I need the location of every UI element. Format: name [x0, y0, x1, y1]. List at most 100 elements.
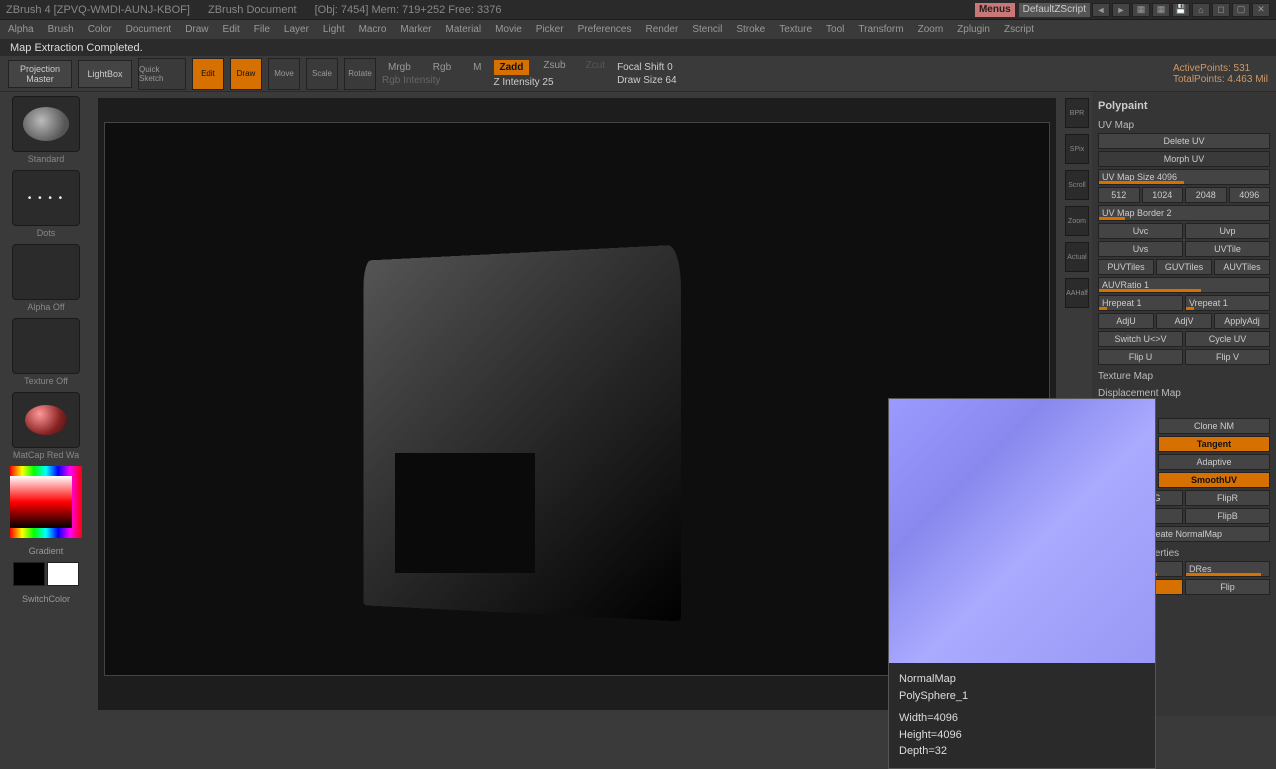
menu-document[interactable]: Document [126, 24, 172, 35]
clone-nm-button[interactable]: Clone NM [1158, 418, 1270, 434]
texmap-header[interactable]: Texture Map [1098, 367, 1270, 384]
auvratio-slider[interactable]: AUVRatio 1 [1098, 277, 1270, 293]
menu-edit[interactable]: Edit [223, 24, 240, 35]
menu-material[interactable]: Material [446, 24, 482, 35]
mrgb-button[interactable]: Mrgb [382, 62, 417, 73]
flipr-button[interactable]: FlipR [1185, 490, 1270, 506]
z-intensity-slider[interactable]: Z Intensity 25 [494, 77, 612, 88]
close-icon[interactable]: ✕ [1252, 3, 1270, 17]
draw-size-slider[interactable]: Draw Size 64 [617, 75, 676, 86]
menu-layer[interactable]: Layer [284, 24, 309, 35]
auv-button[interactable]: AUVTiles [1214, 259, 1270, 275]
cycle-uv-button[interactable]: Cycle UV [1185, 331, 1270, 347]
menu-stroke[interactable]: Stroke [736, 24, 765, 35]
menu-stencil[interactable]: Stencil [692, 24, 722, 35]
morph-uv-button[interactable]: Morph UV [1098, 151, 1270, 167]
menu-marker[interactable]: Marker [400, 24, 431, 35]
adaptive-button[interactable]: Adaptive [1158, 454, 1270, 470]
m-button[interactable]: M [467, 62, 487, 73]
texture-thumb[interactable] [12, 318, 80, 374]
rgb-button[interactable]: Rgb [427, 62, 457, 73]
applyadj-button[interactable]: ApplyAdj [1214, 313, 1270, 329]
menu-render[interactable]: Render [646, 24, 679, 35]
menu-tool[interactable]: Tool [826, 24, 844, 35]
menu-texture[interactable]: Texture [779, 24, 812, 35]
delete-uv-button[interactable]: Delete UV [1098, 133, 1270, 149]
menus-button[interactable]: Menus [975, 3, 1015, 17]
menu-movie[interactable]: Movie [495, 24, 522, 35]
edit-button[interactable]: Edit [192, 58, 224, 90]
size-4096-button[interactable]: 4096 [1229, 187, 1271, 203]
vrepeat-slider[interactable]: Vrepeat 1 [1185, 295, 1270, 311]
focal-shift-slider[interactable]: Focal Shift 0 [617, 62, 676, 73]
draw-button[interactable]: Draw [230, 58, 262, 90]
actual-button[interactable]: Actual [1065, 242, 1089, 272]
menu-zplugin[interactable]: Zplugin [957, 24, 990, 35]
square-icon[interactable]: ◻ [1212, 3, 1230, 17]
quick-sketch-button[interactable]: Quick Sketch [138, 58, 186, 90]
save-icon[interactable]: 💾 [1172, 3, 1190, 17]
menu-light[interactable]: Light [323, 24, 345, 35]
layout2-icon[interactable]: ▦ [1152, 3, 1170, 17]
size-2048-button[interactable]: 2048 [1185, 187, 1227, 203]
stroke-thumb[interactable] [12, 170, 80, 226]
puv-button[interactable]: PUVTiles [1098, 259, 1154, 275]
hrepeat-slider[interactable]: Hrepeat 1 [1098, 295, 1183, 311]
adju-button[interactable]: AdjU [1098, 313, 1154, 329]
uv-map-size-slider[interactable]: UV Map Size 4096 [1098, 169, 1270, 185]
uvtile-button[interactable]: UVTile [1185, 241, 1270, 257]
menu-transform[interactable]: Transform [858, 24, 903, 35]
projection-master-button[interactable]: Projection Master [8, 60, 72, 88]
gradient-label[interactable]: Gradient [29, 546, 64, 556]
menu-zoom[interactable]: Zoom [918, 24, 944, 35]
menu-macro[interactable]: Macro [359, 24, 387, 35]
home-icon[interactable]: ⌂ [1192, 3, 1210, 17]
aahalf-button[interactable]: AAHalf [1065, 278, 1089, 308]
menu-file[interactable]: File [254, 24, 270, 35]
spix-button[interactable]: SPix [1065, 134, 1089, 164]
switchcolor-button[interactable]: SwitchColor [22, 594, 70, 604]
rotate-button[interactable]: Rotate [344, 58, 376, 90]
bpr-button[interactable]: BPR [1065, 98, 1089, 128]
size-1024-button[interactable]: 1024 [1142, 187, 1184, 203]
scroll-button[interactable]: Scroll [1065, 170, 1089, 200]
flip-v-button[interactable]: Flip V [1185, 349, 1270, 365]
menu-brush[interactable]: Brush [48, 24, 74, 35]
move-button[interactable]: Move [268, 58, 300, 90]
zsub-button[interactable]: Zsub [537, 60, 571, 75]
zoom-button[interactable]: Zoom [1065, 206, 1089, 236]
switch-uv-button[interactable]: Switch U<>V [1098, 331, 1183, 347]
menu-picker[interactable]: Picker [536, 24, 564, 35]
dres-slider[interactable]: DRes [1185, 561, 1270, 577]
guv-button[interactable]: GUVTiles [1156, 259, 1212, 275]
menu-preferences[interactable]: Preferences [578, 24, 632, 35]
rgb-intensity-slider[interactable]: Rgb Intensity [382, 75, 488, 86]
smoothuv-button[interactable]: SmoothUV [1158, 472, 1270, 488]
menu-color[interactable]: Color [88, 24, 112, 35]
lightbox-button[interactable]: LightBox [78, 60, 132, 88]
color-picker[interactable] [10, 466, 82, 538]
zadd-button[interactable]: Zadd [494, 60, 530, 75]
polypaint-header[interactable]: Polypaint [1098, 96, 1270, 116]
material-thumb[interactable] [12, 392, 80, 448]
menu-alpha[interactable]: Alpha [8, 24, 34, 35]
brush-thumb[interactable] [12, 96, 80, 152]
menu-zscript[interactable]: Zscript [1004, 24, 1034, 35]
arrow-left-icon[interactable]: ◄ [1092, 3, 1110, 17]
scale-button[interactable]: Scale [306, 58, 338, 90]
arrow-right-icon[interactable]: ► [1112, 3, 1130, 17]
uvc-button[interactable]: Uvc [1098, 223, 1183, 239]
layout-icon[interactable]: ▦ [1132, 3, 1150, 17]
swatch-white[interactable] [47, 562, 79, 586]
uvp-button[interactable]: Uvp [1185, 223, 1270, 239]
uv-border-slider[interactable]: UV Map Border 2 [1098, 205, 1270, 221]
uvs-button[interactable]: Uvs [1098, 241, 1183, 257]
swatch-black[interactable] [13, 562, 45, 586]
tangent-button[interactable]: Tangent [1158, 436, 1270, 452]
size-512-button[interactable]: 512 [1098, 187, 1140, 203]
flip-button[interactable]: Flip [1185, 579, 1270, 595]
default-zscript-button[interactable]: DefaultZScript [1019, 3, 1090, 17]
adjv-button[interactable]: AdjV [1156, 313, 1212, 329]
flip-u-button[interactable]: Flip U [1098, 349, 1183, 365]
alpha-thumb[interactable] [12, 244, 80, 300]
